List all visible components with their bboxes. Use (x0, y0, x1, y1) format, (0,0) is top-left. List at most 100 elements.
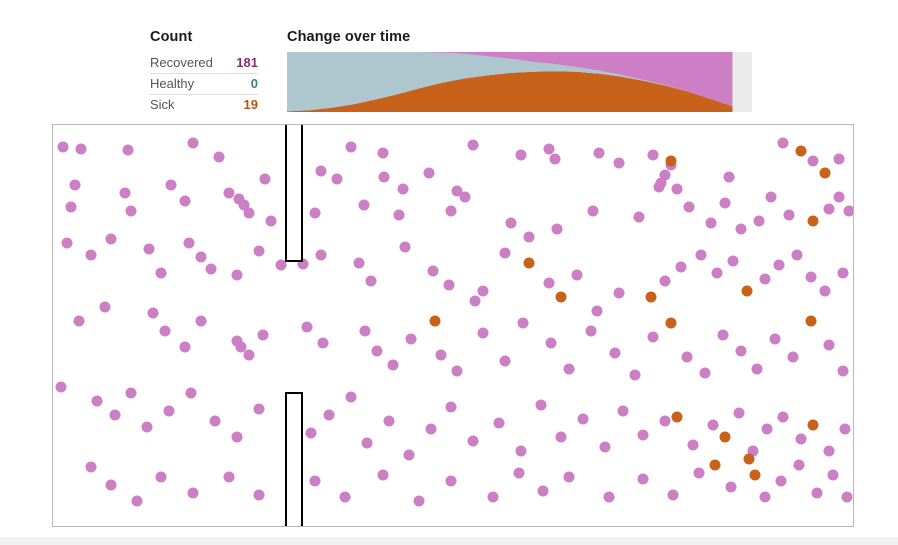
count-panel: Count Recovered 181 Healthy 0 Sick 19 (150, 28, 258, 115)
dot-recovered (187, 137, 199, 149)
dot-recovered (213, 151, 225, 163)
dot-recovered (339, 491, 351, 503)
dot-recovered (243, 207, 255, 219)
dot-recovered (445, 475, 457, 487)
dot-recovered (393, 209, 405, 221)
dot-recovered (571, 269, 583, 281)
dot-recovered (513, 467, 525, 479)
dot-recovered (73, 315, 85, 327)
table-row: Sick 19 (150, 93, 258, 115)
simulation-panel[interactable] (52, 124, 854, 527)
dot-recovered (377, 469, 389, 481)
dot-recovered (183, 237, 195, 249)
dot-recovered (165, 179, 177, 191)
dot-recovered (378, 171, 390, 183)
dot-recovered (155, 267, 167, 279)
dot-recovered (671, 183, 683, 195)
dot-recovered (819, 285, 831, 297)
dot-recovered (147, 307, 159, 319)
dot-recovered (793, 459, 805, 471)
dot-recovered (823, 203, 835, 215)
dot-recovered (195, 315, 207, 327)
dot-recovered (735, 345, 747, 357)
dot-recovered (775, 475, 787, 487)
dot-recovered (331, 173, 343, 185)
dot-recovered (405, 333, 417, 345)
dot-recovered (577, 413, 589, 425)
dot-recovered (823, 445, 835, 457)
stacked-area-svg (287, 52, 733, 112)
dot-recovered (693, 467, 705, 479)
change-over-time-panel: Change over time (287, 28, 752, 112)
dot-recovered (807, 155, 819, 167)
dot-recovered (783, 209, 795, 221)
upper-wall[interactable] (285, 125, 303, 262)
dot-recovered (751, 363, 763, 375)
chart-title: Change over time (287, 29, 411, 45)
dot-recovered (543, 277, 555, 289)
dot-recovered (345, 141, 357, 153)
dot-recovered (205, 263, 217, 275)
dot-recovered (195, 251, 207, 263)
dot-recovered (467, 435, 479, 447)
dot-recovered (787, 351, 799, 363)
dot-recovered (753, 215, 765, 227)
count-label-recovered: Recovered (150, 54, 213, 70)
dot-recovered (647, 149, 659, 161)
dot-recovered (637, 429, 649, 441)
dot-recovered (493, 417, 505, 429)
dot-recovered (119, 187, 131, 199)
dot-recovered (163, 405, 175, 417)
table-row: Healthy 0 (150, 72, 258, 94)
dot-recovered (593, 147, 605, 159)
dot-recovered (795, 433, 807, 445)
dot-recovered (839, 423, 851, 435)
dot-recovered (555, 431, 567, 443)
dot-recovered (833, 153, 845, 165)
dot-recovered (109, 409, 121, 421)
dot-recovered (253, 489, 265, 501)
dot-recovered (377, 147, 389, 159)
dot-recovered (443, 279, 455, 291)
dot-recovered (487, 491, 499, 503)
dot-recovered (179, 341, 191, 353)
dot-recovered (301, 321, 313, 333)
dot-recovered (451, 365, 463, 377)
dot-recovered (423, 167, 435, 179)
count-label-sick: Sick (150, 93, 231, 115)
dot-recovered (515, 149, 527, 161)
dot-recovered (85, 461, 97, 473)
dot-recovered (687, 439, 699, 451)
dot-sick (671, 411, 683, 423)
dot-sick (743, 453, 755, 465)
dot-recovered (517, 317, 529, 329)
dot-recovered (131, 495, 143, 507)
dot-recovered (467, 139, 479, 151)
lower-wall[interactable] (285, 392, 303, 526)
dot-recovered (769, 333, 781, 345)
dot-recovered (65, 201, 77, 213)
dot-recovered (155, 471, 167, 483)
dot-recovered (659, 275, 671, 287)
dot-recovered (309, 207, 321, 219)
dot-recovered (185, 387, 197, 399)
dot-recovered (317, 337, 329, 349)
dot-sick (819, 167, 831, 179)
dot-recovered (143, 243, 155, 255)
dot-recovered (57, 141, 69, 153)
dot-recovered (759, 273, 771, 285)
change-over-time-chart (287, 52, 752, 112)
simulation-app: Count Recovered 181 Healthy 0 Sick 19 Ch… (0, 0, 898, 545)
dot-recovered (699, 367, 711, 379)
dot-recovered (345, 391, 357, 403)
dot-recovered (629, 369, 641, 381)
dot-sick (807, 215, 819, 227)
dot-recovered (125, 205, 137, 217)
count-table: Recovered 181 Healthy 0 Sick 19 (150, 52, 258, 115)
dot-recovered (141, 421, 153, 433)
dot-recovered (823, 339, 835, 351)
dot-recovered (359, 325, 371, 337)
dot-recovered (719, 197, 731, 209)
dot-recovered (91, 395, 103, 407)
dot-recovered (727, 255, 739, 267)
